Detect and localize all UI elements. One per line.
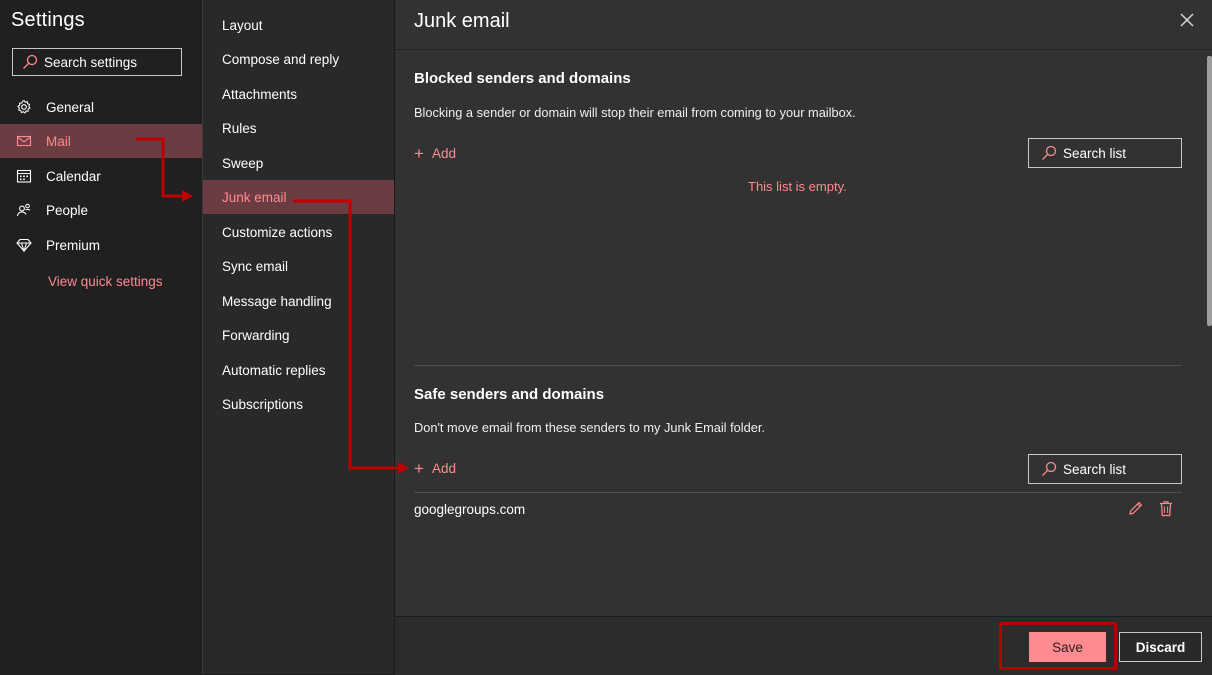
blocked-add-label: Add — [431, 146, 456, 161]
subnav-item-label: Attachments — [222, 86, 298, 102]
diamond-icon — [16, 237, 32, 253]
sidebar-item-people[interactable]: People — [0, 193, 202, 227]
subnav-item-sweep[interactable]: Sweep — [203, 146, 394, 180]
subnav-item-label: Layout — [222, 17, 263, 33]
subnav-item-label: Rules — [222, 120, 257, 136]
sidebar-item-label: People — [46, 202, 89, 218]
list-row-divider — [414, 492, 1182, 493]
sidebar-item-label: Mail — [46, 133, 71, 149]
plus-icon: + — [414, 459, 424, 478]
subnav-item-label: Junk email — [222, 189, 287, 205]
sidebar-item-premium[interactable]: Premium — [0, 228, 202, 262]
subnav-item-subscriptions[interactable]: Subscriptions — [203, 387, 394, 421]
subnav-item-junk-email[interactable]: Junk email — [203, 180, 394, 214]
close-icon[interactable] — [1178, 11, 1196, 29]
save-highlight-annotation — [999, 622, 1117, 670]
search-icon — [1042, 461, 1057, 476]
title-separator — [395, 49, 1212, 50]
empty-list-message: This list is empty. — [748, 179, 847, 194]
people-icon — [16, 202, 32, 218]
subnav-item-label: Subscriptions — [222, 396, 304, 412]
subnav-item-label: Automatic replies — [222, 362, 326, 378]
subnav-item-label: Sweep — [222, 155, 264, 171]
sidebar-item-label: General — [46, 99, 95, 115]
sidebar-item-calendar[interactable]: Calendar — [0, 159, 202, 193]
mail-icon — [16, 133, 32, 149]
blocked-senders-description: Blocking a sender or domain will stop th… — [414, 105, 856, 120]
sidebar-item-mail[interactable]: Mail — [0, 124, 202, 158]
safe-add-label: Add — [431, 461, 456, 476]
panel-title: Junk email — [414, 10, 510, 32]
plus-icon: + — [414, 144, 424, 163]
subnav-item-label: Customize actions — [222, 224, 333, 240]
view-quick-settings-link[interactable]: View quick settings — [48, 274, 163, 289]
sidebar-item-label: Calendar — [46, 168, 101, 184]
subnav-item-rules[interactable]: Rules — [203, 111, 394, 145]
safe-search-list-label: Search list — [1063, 461, 1127, 477]
subnav-item-label: Compose and reply — [222, 51, 340, 67]
search-settings-placeholder: Search settings — [44, 54, 138, 70]
junk-email-panel — [395, 0, 1212, 674]
calendar-icon — [16, 168, 32, 184]
subnav-item-label: Message handling — [222, 293, 332, 309]
search-icon — [23, 54, 38, 69]
subnav-item-sync-email[interactable]: Sync email — [203, 249, 394, 283]
blocked-add-button[interactable]: + Add — [414, 145, 456, 162]
panel-scrollbar[interactable] — [1207, 56, 1212, 326]
gear-icon — [16, 99, 32, 115]
blocked-senders-title: Blocked senders and domains — [414, 70, 631, 87]
subnav-item-automatic-replies[interactable]: Automatic replies — [203, 353, 394, 387]
subnav-item-label: Sync email — [222, 258, 289, 274]
safe-senders-title: Safe senders and domains — [414, 386, 605, 403]
blocked-search-list-input[interactable]: Search list — [1028, 138, 1182, 168]
subnav-item-customize-actions[interactable]: Customize actions — [203, 215, 394, 249]
subnav-item-compose-and-reply[interactable]: Compose and reply — [203, 42, 394, 76]
subnav-item-message-handling[interactable]: Message handling — [203, 284, 394, 318]
safe-search-list-input[interactable]: Search list — [1028, 454, 1182, 484]
sidebar-item-label: Premium — [46, 237, 101, 253]
subnav-item-attachments[interactable]: Attachments — [203, 77, 394, 111]
safe-senders-description: Don't move email from these senders to m… — [414, 420, 765, 435]
section-divider — [414, 365, 1182, 366]
delete-icon[interactable] — [1158, 500, 1174, 517]
subnav-item-forwarding[interactable]: Forwarding — [203, 318, 394, 352]
search-settings-input[interactable]: Search settings — [12, 48, 182, 76]
settings-title: Settings — [11, 9, 85, 31]
blocked-search-list-label: Search list — [1063, 145, 1127, 161]
edit-icon[interactable] — [1127, 500, 1144, 517]
search-icon — [1042, 145, 1057, 160]
sidebar-item-general[interactable]: General — [0, 90, 202, 124]
discard-button[interactable]: Discard — [1119, 632, 1202, 662]
subnav-item-label: Forwarding — [222, 327, 290, 343]
subnav-item-layout[interactable]: Layout — [203, 8, 394, 42]
safe-add-button[interactable]: + Add — [414, 460, 456, 477]
safe-sender-entry: googlegroups.com — [414, 502, 526, 517]
